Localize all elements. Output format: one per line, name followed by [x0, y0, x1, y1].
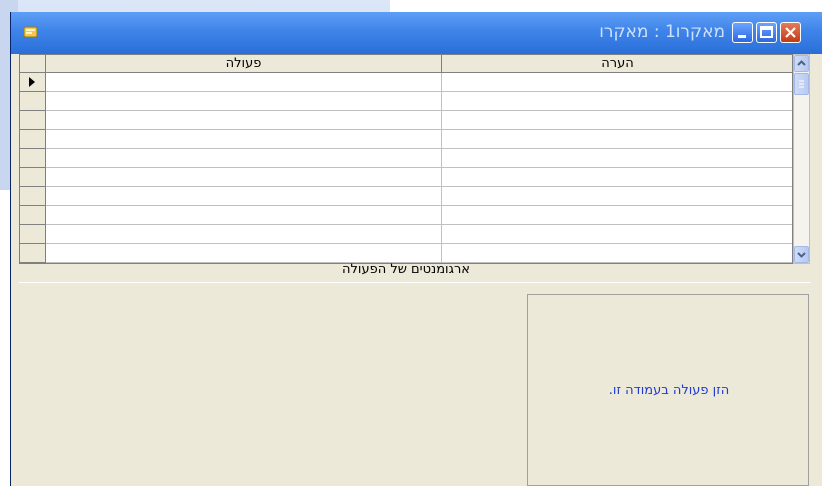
table-row: [20, 111, 792, 130]
close-icon: [785, 27, 796, 38]
row-selector[interactable]: [20, 244, 46, 263]
action-cell[interactable]: [46, 73, 442, 92]
vertical-scrollbar[interactable]: [793, 54, 810, 264]
comment-cell[interactable]: [442, 225, 792, 244]
scroll-up-button[interactable]: [794, 55, 809, 72]
help-text: הזן פעולה בעמודה זו.: [608, 383, 730, 398]
action-cell[interactable]: [46, 225, 442, 244]
comment-cell[interactable]: [442, 111, 792, 130]
maximize-button[interactable]: [756, 22, 777, 43]
action-cell[interactable]: [46, 92, 442, 111]
maximize-icon: [760, 26, 773, 38]
window-title: מאקרו1 : מאקרו: [599, 22, 725, 42]
table-row: [20, 168, 792, 187]
table-row: [20, 187, 792, 206]
action-cell[interactable]: [46, 111, 442, 130]
comment-cell[interactable]: [442, 92, 792, 111]
chevron-up-icon: [797, 60, 806, 66]
macro-window: מאקרו1 : מאקרו פעולה הערה ארגומנטים של ה…: [10, 12, 822, 486]
row-selector[interactable]: [20, 168, 46, 187]
minimize-icon: [738, 35, 746, 38]
grip-icon: [799, 80, 804, 88]
row-selector[interactable]: [20, 225, 46, 244]
help-panel: הזן פעולה בעמודה זו.: [527, 294, 809, 486]
table-row: [20, 225, 792, 244]
arguments-header: ארגומנטים של הפעולה: [342, 262, 470, 277]
action-cell[interactable]: [46, 130, 442, 149]
comment-cell[interactable]: [442, 149, 792, 168]
scroll-down-button[interactable]: [794, 246, 809, 263]
comment-cell[interactable]: [442, 168, 792, 187]
row-selector[interactable]: [20, 149, 46, 168]
row-selector[interactable]: [20, 73, 46, 92]
comment-cell[interactable]: [442, 73, 792, 92]
table-row: [20, 244, 792, 263]
table-row: [20, 73, 792, 92]
row-selector[interactable]: [20, 206, 46, 225]
comment-cell[interactable]: [442, 244, 792, 263]
action-cell[interactable]: [46, 244, 442, 263]
table-row: [20, 92, 792, 111]
title-bar[interactable]: מאקרו1 : מאקרו: [11, 12, 822, 54]
comment-cell[interactable]: [442, 130, 792, 149]
action-cell[interactable]: [46, 187, 442, 206]
table-row: [20, 206, 792, 225]
app-icon[interactable]: [23, 24, 39, 40]
minimize-button[interactable]: [732, 22, 753, 43]
row-selector[interactable]: [20, 92, 46, 111]
column-header-comment[interactable]: הערה: [442, 55, 792, 73]
grid-corner-header[interactable]: [20, 55, 46, 73]
action-cell[interactable]: [46, 149, 442, 168]
table-row: [20, 149, 792, 168]
scroll-thumb[interactable]: [794, 73, 809, 95]
column-header-action[interactable]: פעולה: [46, 55, 442, 73]
action-cell[interactable]: [46, 206, 442, 225]
macro-grid: פעולה הערה: [19, 54, 793, 264]
row-selector[interactable]: [20, 187, 46, 206]
row-selector[interactable]: [20, 130, 46, 149]
chevron-down-icon: [797, 252, 806, 258]
comment-cell[interactable]: [442, 206, 792, 225]
comment-cell[interactable]: [442, 187, 792, 206]
row-selector[interactable]: [20, 111, 46, 130]
current-row-pointer-icon: [29, 77, 35, 87]
action-cell[interactable]: [46, 168, 442, 187]
table-row: [20, 130, 792, 149]
close-button[interactable]: [780, 22, 801, 43]
